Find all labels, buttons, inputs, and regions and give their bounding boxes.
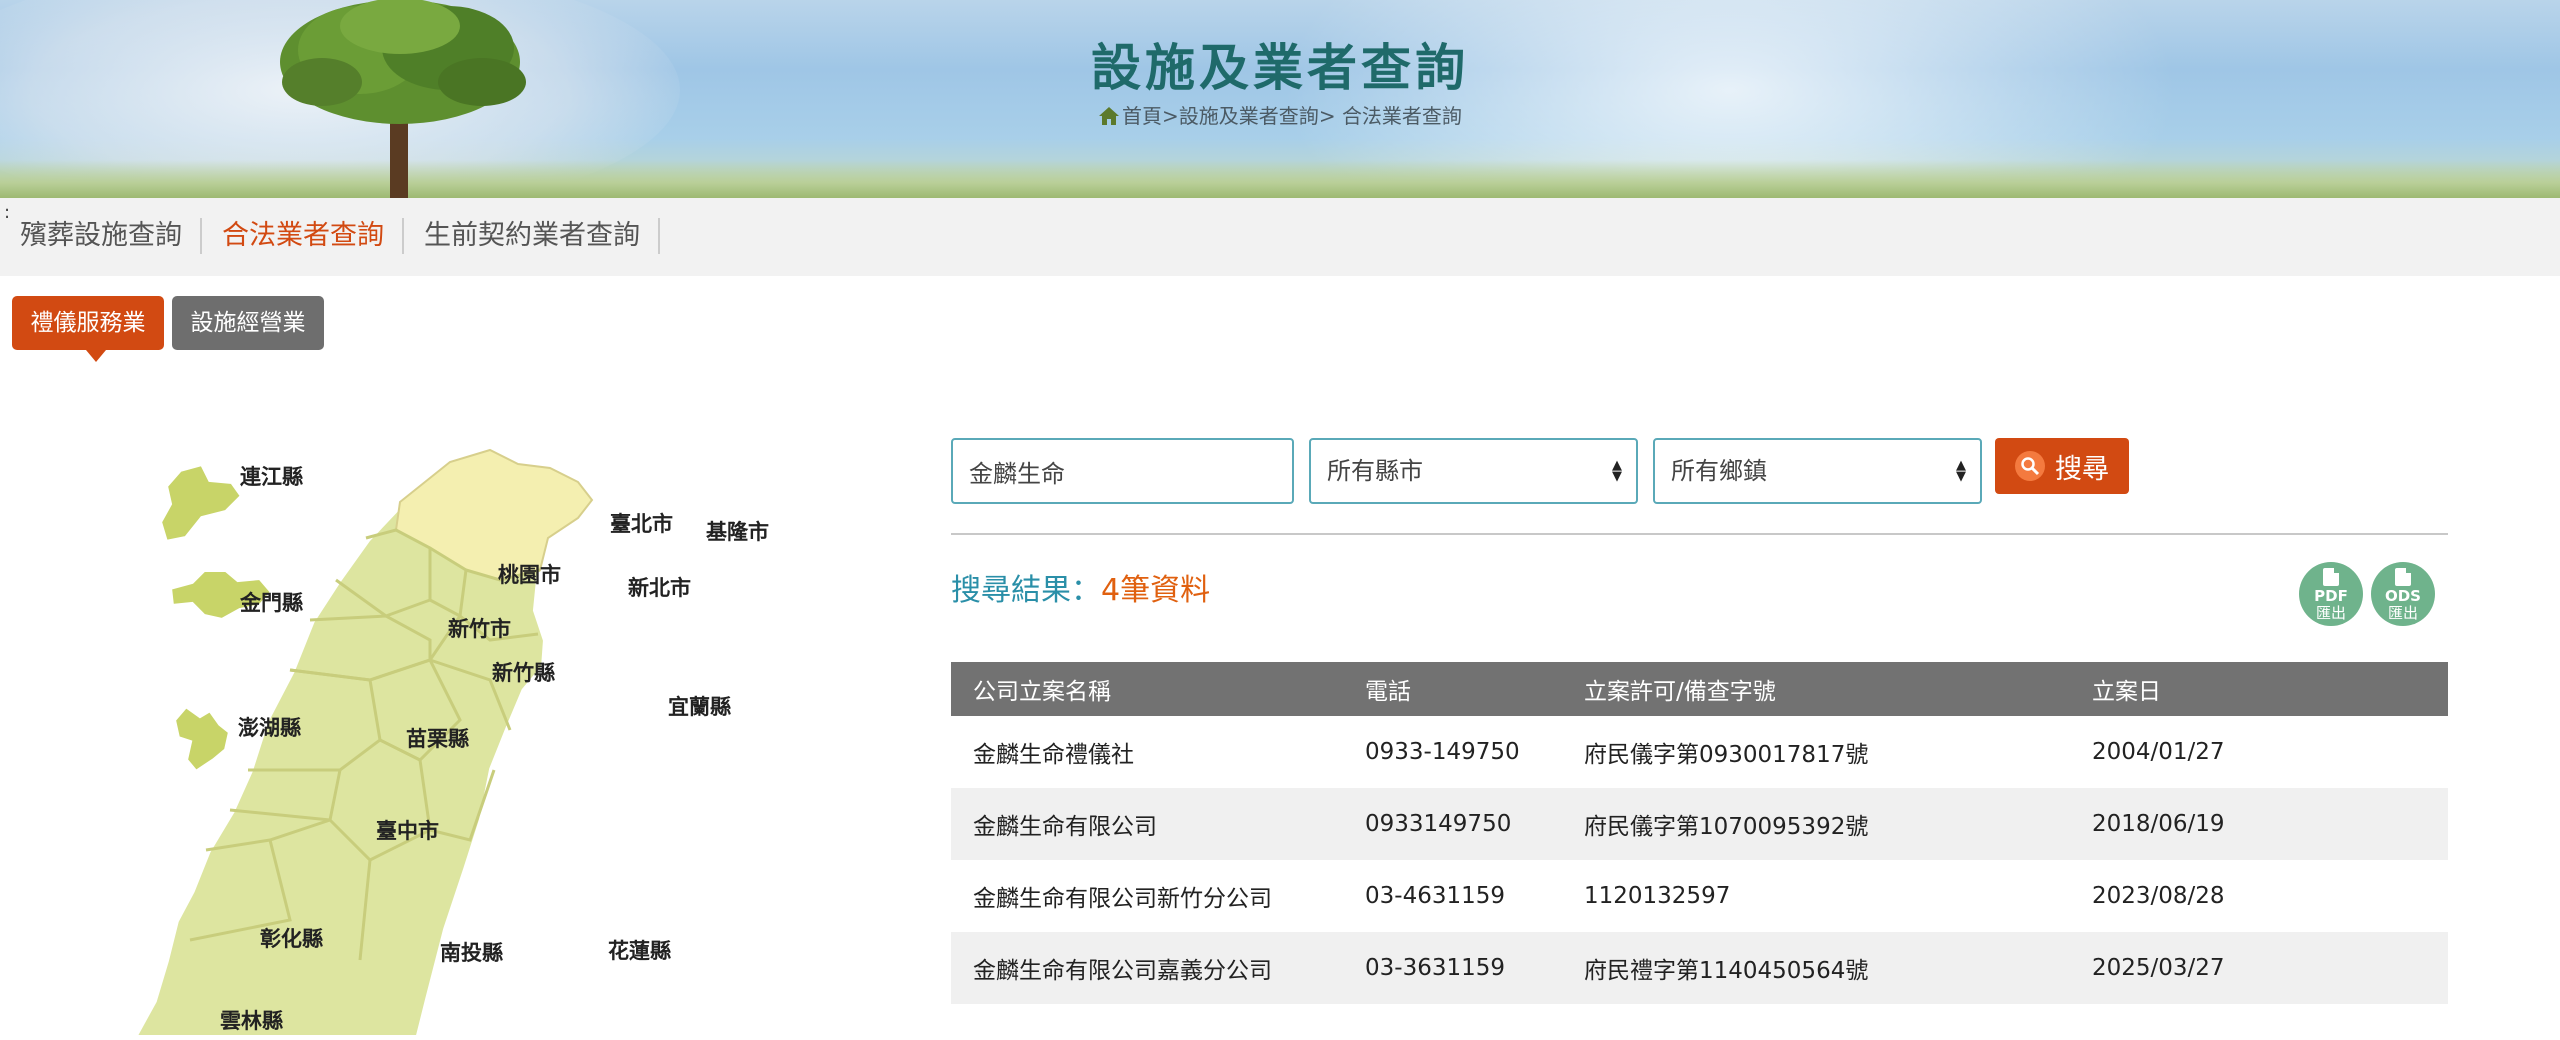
cell-phone: 0933149750 (1343, 788, 1562, 860)
section-divider (951, 533, 2448, 535)
search-button[interactable]: 搜尋 (1995, 438, 2129, 494)
keyword-input[interactable] (951, 438, 1294, 504)
map-label-new-taipei[interactable]: 新北市 (628, 576, 691, 600)
cell-license: 府民禮字第1140450564號 (1562, 932, 2070, 1004)
map-label-keelung[interactable]: 基隆市 (706, 520, 769, 544)
map-label-taoyuan[interactable]: 桃園市 (498, 563, 561, 587)
breadcrumb-current: 合法業者查詢 (1341, 104, 1462, 128)
column-header-company: 公司立案名稱 (951, 662, 1343, 716)
cell-license: 府民儀字第0930017817號 (1584, 742, 1869, 768)
map-label-taichung[interactable]: 臺中市 (376, 819, 439, 843)
breadcrumb-separator: > (1318, 104, 1342, 128)
county-select[interactable]: 所有縣市 ▲ ▼ (1309, 438, 1638, 504)
column-header-license: 立案許可/備查字號 (1562, 662, 2070, 716)
map-label-hsinchu-city[interactable]: 新竹市 (448, 617, 511, 641)
export-pdf-button[interactable]: PDF 匯出 (2299, 562, 2363, 626)
breadcrumb-home[interactable]: 首頁 (1122, 104, 1162, 128)
export-pdf-action: 匯出 (2315, 604, 2346, 622)
cell-license: 府民儀字第1070095392號 (1562, 788, 2070, 860)
map-label-hsinchu-county[interactable]: 新竹縣 (492, 661, 555, 685)
sub-navigation: : 殯葬設施查詢 合法業者查詢 生前契約業者查詢 (0, 198, 2560, 276)
select-arrows-icon: ▲ ▼ (1612, 458, 1622, 484)
cell-date: 2004/01/27 (2092, 739, 2225, 765)
map-label-hualien[interactable]: 花蓮縣 (608, 939, 671, 963)
select-arrows-icon: ▲ ▼ (1956, 458, 1966, 484)
map-label-lienchiang[interactable]: 連江縣 (240, 465, 303, 489)
search-button-label: 搜尋 (2055, 453, 2109, 485)
result-summary: 搜尋結果：4筆資料 (951, 565, 1210, 609)
town-select[interactable]: 所有鄉鎮 ▲ ▼ (1653, 438, 1982, 504)
map-region-penghu[interactable] (171, 703, 233, 775)
tab-funeral-service[interactable]: 禮儀服務業 (12, 296, 164, 362)
result-count: 4筆資料 (1101, 573, 1211, 608)
cell-date: 2018/06/19 (2070, 788, 2448, 860)
subnav-item-legal-operators[interactable]: 合法業者查詢 (202, 218, 404, 254)
cell-phone: 0933-149750 (1365, 739, 1520, 765)
export-ods-button[interactable]: ODS 匯出 (2371, 562, 2435, 626)
map-region-lienchiang[interactable] (157, 461, 245, 545)
map-label-taipei[interactable]: 臺北市 (610, 512, 673, 536)
result-label: 搜尋結果： (951, 573, 1101, 608)
town-select-value: 所有鄉鎮 (1671, 457, 1767, 485)
map-label-changhua[interactable]: 彰化縣 (260, 927, 323, 951)
table-row[interactable]: 金麟生命禮儀社 0933-149750 府民儀字第0930017817號 200… (951, 716, 2448, 788)
cell-company[interactable]: 金麟生命禮儀社 (951, 716, 1343, 788)
cell-company[interactable]: 金麟生命有限公司 (951, 788, 1343, 860)
county-select-value: 所有縣市 (1327, 457, 1423, 485)
ods-file-icon (2395, 568, 2411, 586)
table-row[interactable]: 金麟生命有限公司新竹分公司 03-4631159 1120132597 2023… (951, 860, 2448, 932)
table-row[interactable]: 金麟生命有限公司嘉義分公司 03-3631159 府民禮字第1140450564… (951, 932, 2448, 1004)
search-icon (2015, 451, 2045, 481)
map-label-kinmen[interactable]: 金門縣 (239, 591, 303, 615)
map-label-yilan[interactable]: 宜蘭縣 (668, 695, 731, 719)
table-row[interactable]: 金麟生命有限公司 0933149750 府民儀字第1070095392號 201… (951, 788, 2448, 860)
cell-date: 2025/03/27 (2070, 932, 2448, 1004)
subnav-item-facilities[interactable]: 殯葬設施查詢 (0, 218, 202, 254)
results-table: 公司立案名稱 電話 立案許可/備查字號 立案日 金麟生命禮儀社 0933-149… (951, 662, 2448, 1004)
cell-phone: 03-3631159 (1343, 932, 1562, 1004)
page-banner: 設施及業者查詢 首頁>設施及業者查詢> 合法業者查詢 (0, 0, 2560, 198)
map-label-miaoli[interactable]: 苗栗縣 (406, 727, 469, 751)
tab-facility-operation[interactable]: 設施經營業 (172, 296, 324, 350)
pdf-file-icon (2323, 568, 2339, 586)
export-pdf-format: PDF (2314, 587, 2348, 605)
column-header-date: 立案日 (2070, 662, 2448, 716)
cell-phone: 03-4631159 (1365, 883, 1505, 909)
breadcrumb-separator: > (1162, 104, 1179, 128)
table-header-row: 公司立案名稱 電話 立案許可/備查字號 立案日 (951, 662, 2448, 716)
taiwan-map[interactable]: 連江縣 金門縣 澎湖縣 臺北市 基隆市 桃園市 新北市 新竹市 新竹縣 宜蘭縣 … (130, 420, 850, 1040)
map-label-yunlin[interactable]: 雲林縣 (220, 1009, 283, 1033)
map-label-penghu[interactable]: 澎湖縣 (238, 716, 301, 740)
column-header-phone: 電話 (1343, 662, 1562, 716)
cell-company[interactable]: 金麟生命有限公司新竹分公司 (951, 860, 1343, 932)
map-label-nantou[interactable]: 南投縣 (440, 941, 503, 965)
cell-date: 2023/08/28 (2092, 883, 2225, 909)
breadcrumb: 首頁>設施及業者查詢> 合法業者查詢 (0, 100, 2560, 129)
export-ods-action: 匯出 (2387, 604, 2418, 622)
cell-license: 1120132597 (1584, 883, 1731, 909)
subnav-item-prepaid-contract[interactable]: 生前契約業者查詢 (404, 218, 660, 254)
cell-company[interactable]: 金麟生命有限公司嘉義分公司 (951, 932, 1343, 1004)
export-ods-format: ODS (2384, 587, 2421, 605)
page-title: 設施及業者查詢 (1091, 38, 1469, 97)
home-icon[interactable] (1098, 106, 1120, 126)
breadcrumb-facilities[interactable]: 設施及業者查詢 (1179, 104, 1319, 128)
